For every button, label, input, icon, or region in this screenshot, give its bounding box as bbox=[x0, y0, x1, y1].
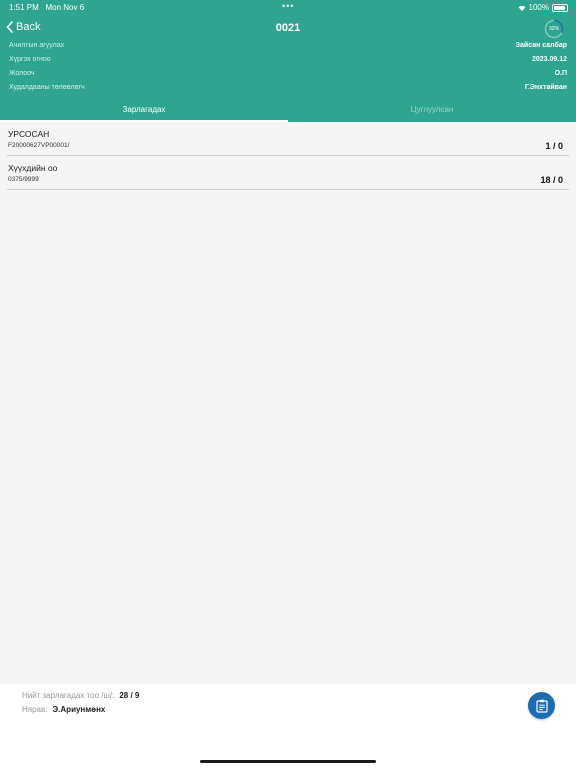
info-label: Ачилтын агуулах bbox=[9, 42, 65, 49]
item-quantity: 18 / 0 bbox=[540, 175, 563, 185]
info-value: Зайсан салбар bbox=[515, 42, 567, 49]
fab-button[interactable] bbox=[528, 692, 555, 719]
list-item[interactable]: УРСОСАН F20000627VP00001/ 1 / 0 bbox=[7, 122, 569, 156]
progress-ring: 32% bbox=[544, 19, 564, 39]
item-code: F20000627VP00001/ bbox=[8, 142, 70, 149]
status-bar: 1:51 PM Mon Nov 6 ••• 100% bbox=[0, 0, 576, 14]
total-label: Нийт зарлагадах тоо /ш/: bbox=[22, 691, 115, 700]
item-code: 0375/9999 bbox=[8, 176, 39, 183]
multitask-dots[interactable]: ••• bbox=[282, 1, 294, 11]
home-indicator[interactable] bbox=[200, 760, 376, 763]
info-row-driver: Жолооч О.П bbox=[9, 68, 567, 80]
info-label: Худалдааны төлөөлөгч bbox=[9, 84, 85, 91]
item-name: УРСОСАН bbox=[8, 129, 50, 139]
total-row: Нийт зарлагадах тоо /ш/: 28 / 9 bbox=[22, 691, 139, 700]
info-row-delivery-date: Хүргэх огноо 2023.09.12 bbox=[9, 54, 567, 66]
status-right: 100% bbox=[518, 3, 568, 12]
battery-icon bbox=[552, 3, 568, 12]
clipboard-icon bbox=[535, 699, 548, 713]
clerk-row: Нярав: Э.Ариунмөнх bbox=[22, 705, 105, 714]
header: 1:51 PM Mon Nov 6 ••• 100% Back 0021 32%… bbox=[0, 0, 576, 122]
info-label: Хүргэх огноо bbox=[9, 56, 51, 63]
item-name: Хүүхдийн оо bbox=[8, 163, 58, 173]
info-value: Г.Энхтайван bbox=[524, 84, 567, 91]
wifi-icon bbox=[518, 5, 526, 11]
tab-bar: Зарлагадах Цуглуулсан bbox=[0, 100, 576, 122]
tab-collected[interactable]: Цуглуулсан bbox=[288, 100, 576, 122]
footer: Нийт зарлагадах тоо /ш/: 28 / 9 Нярав: Э.А… bbox=[0, 684, 576, 768]
page-title: 0021 bbox=[275, 22, 301, 34]
clerk-value: Э.Ариунмөнх bbox=[52, 705, 106, 714]
info-value: О.П bbox=[554, 70, 567, 77]
clerk-label: Нярав: bbox=[22, 705, 48, 714]
info-row-warehouse: Ачилтын агуулах Зайсан салбар bbox=[9, 40, 567, 52]
list-item[interactable]: Хүүхдийн оо 0375/9999 18 / 0 bbox=[7, 156, 569, 190]
tab-outgoing[interactable]: Зарлагадах bbox=[0, 100, 288, 122]
info-value: 2023.09.12 bbox=[531, 56, 567, 63]
total-value: 28 / 9 bbox=[119, 691, 140, 700]
battery-percent: 100% bbox=[528, 3, 549, 12]
status-time: 1:51 PM Mon Nov 6 bbox=[9, 3, 85, 12]
item-quantity: 1 / 0 bbox=[545, 141, 563, 151]
info-row-sales-rep: Худалдааны төлөөлөгч Г.Энхтайван bbox=[9, 82, 567, 94]
info-label: Жолооч bbox=[9, 70, 35, 77]
nav-bar: Back 0021 32% bbox=[0, 18, 576, 40]
progress-label: 32% bbox=[548, 26, 559, 32]
